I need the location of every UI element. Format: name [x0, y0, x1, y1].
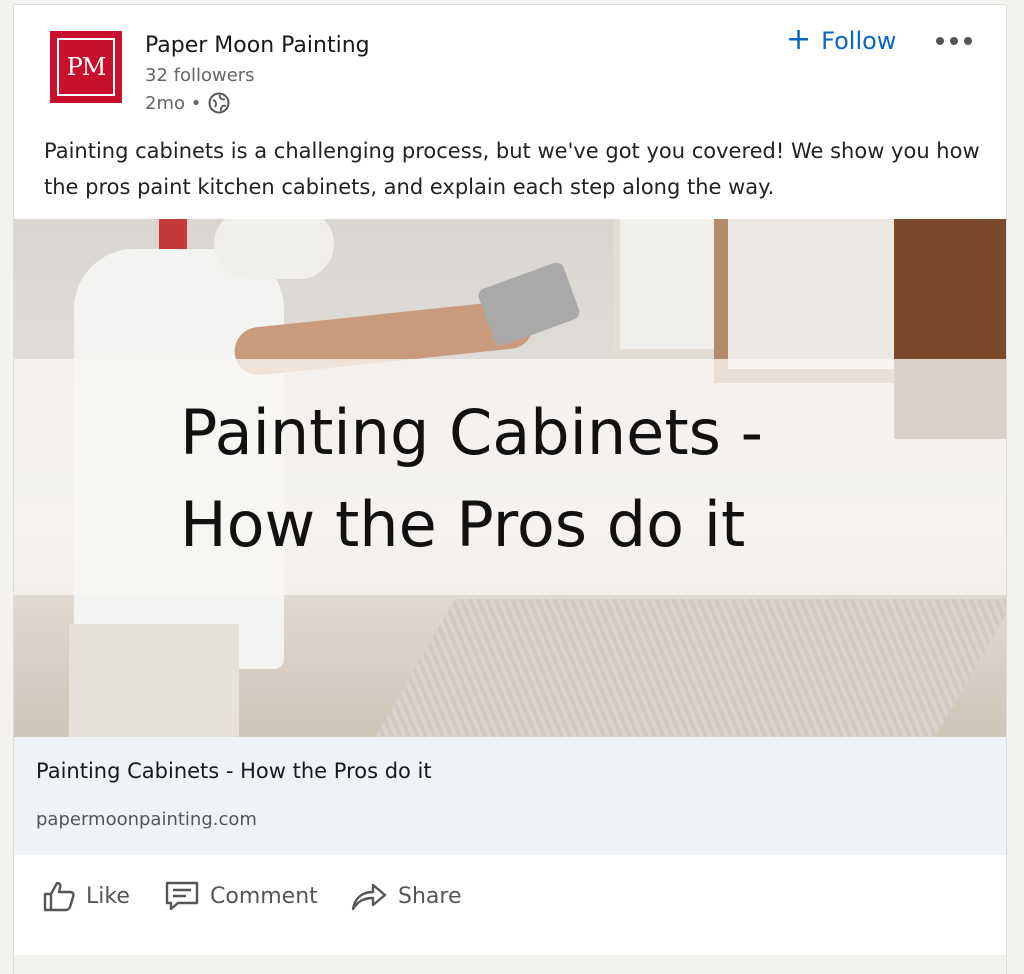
- plus-icon: +: [786, 21, 812, 57]
- comment-icon: [165, 881, 199, 911]
- link-title: Painting Cabinets - How the Pros do it: [36, 759, 432, 783]
- post-text: Painting cabinets is a challenging proce…: [44, 139, 980, 199]
- social-actions-bar: Like Comment Share: [14, 865, 1006, 945]
- link-domain: papermoonpainting.com: [36, 809, 257, 830]
- follow-label: Follow: [821, 27, 897, 55]
- share-label: Share: [398, 883, 462, 909]
- follower-count: 32 followers: [145, 65, 255, 86]
- logo-text: PM: [57, 38, 115, 96]
- comment-button[interactable]: Comment: [164, 879, 318, 913]
- link-preview[interactable]: Painting Cabinets - How the Pros do it p…: [14, 737, 1006, 855]
- more-options-button[interactable]: [936, 29, 976, 53]
- card-bottom-strip: [14, 955, 1006, 974]
- thumbs-up-icon: [43, 881, 75, 912]
- post-meta: 2mo •: [145, 91, 231, 115]
- author-name[interactable]: Paper Moon Painting: [145, 33, 370, 58]
- like-label: Like: [86, 883, 130, 909]
- share-icon: [351, 883, 387, 911]
- feed-post-card: PM Paper Moon Painting 32 followers 2mo …: [13, 4, 1007, 974]
- share-button[interactable]: Share: [350, 879, 462, 913]
- comment-label: Comment: [210, 883, 318, 909]
- post-image[interactable]: Painting Cabinets - How the Pros do it: [14, 219, 1006, 737]
- company-logo[interactable]: PM: [50, 31, 122, 103]
- image-overlay-title: Painting Cabinets - How the Pros do it: [180, 396, 764, 561]
- follow-button[interactable]: + Follow: [786, 21, 897, 57]
- post-time: 2mo •: [145, 92, 202, 114]
- like-button[interactable]: Like: [42, 879, 130, 913]
- globe-icon: [207, 91, 231, 115]
- more-icon: [936, 37, 944, 45]
